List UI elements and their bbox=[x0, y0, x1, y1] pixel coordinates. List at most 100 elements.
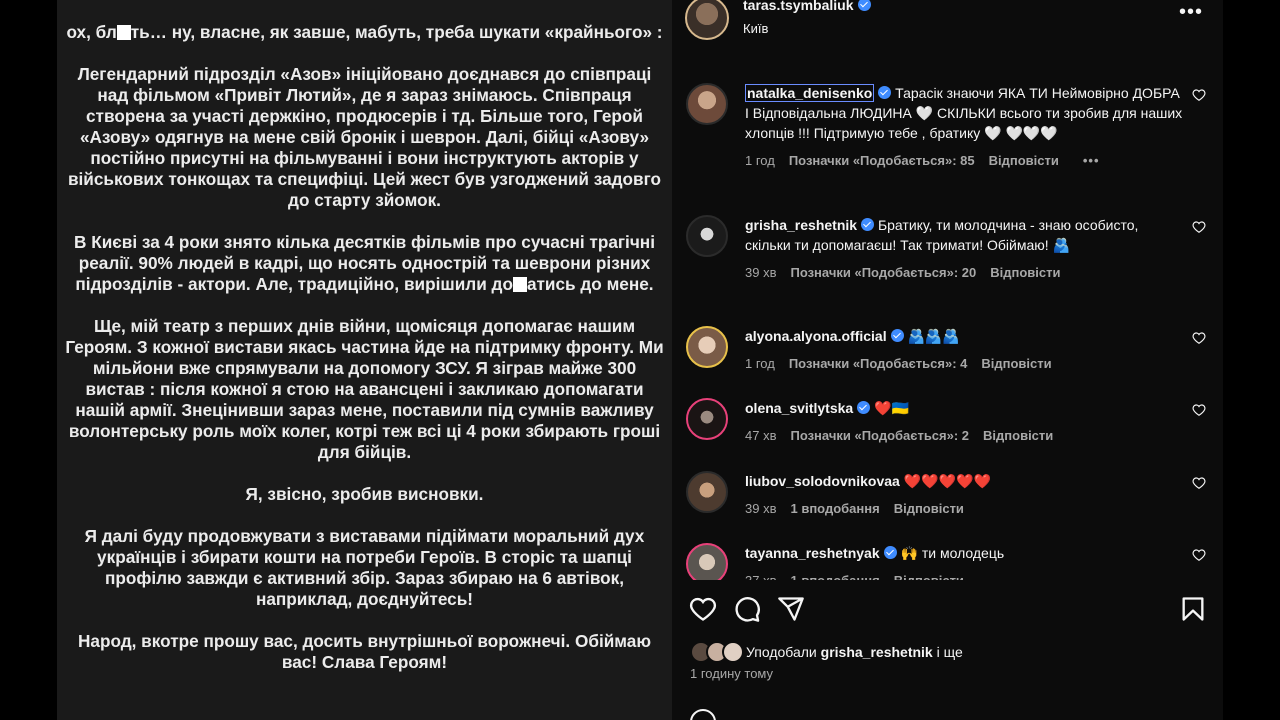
heart-icon[interactable] bbox=[1192, 548, 1206, 562]
post-text: ох, бл ть… ну, власне, як завше, мабуть, … bbox=[57, 22, 672, 694]
comment-text: ❤️🇺🇦 bbox=[874, 400, 909, 416]
post-text-fragment: ть… ну, власне, як завше, мабуть, треба … bbox=[130, 22, 663, 42]
post-image: ох, бл ть… ну, власне, як завше, мабуть, … bbox=[57, 0, 672, 720]
comment-body: natalka_denisenko Тарасік знаючи ЯКА ТИ … bbox=[745, 83, 1183, 171]
emoji-icon[interactable] bbox=[690, 709, 716, 720]
comment-time[interactable]: 47 хв bbox=[745, 426, 776, 446]
comment-text: ❤️❤️❤️❤️❤️ bbox=[903, 473, 991, 489]
post-paragraph-5: Я, звісно, зробив висновки. bbox=[245, 484, 484, 504]
post-paragraph-4: Ще, мій театр з перших днів війни, щоміс… bbox=[65, 316, 664, 462]
reply-button[interactable]: Відповісти bbox=[981, 354, 1051, 374]
reply-button[interactable]: Відповісти bbox=[983, 426, 1053, 446]
comment-likes[interactable]: 1 вподобання bbox=[790, 571, 879, 580]
verified-icon bbox=[883, 546, 897, 559]
comment-likes[interactable]: Позначки «Подобається»: 20 bbox=[790, 263, 976, 283]
avatar[interactable] bbox=[686, 398, 728, 440]
verified-icon bbox=[861, 218, 875, 231]
comment-username[interactable]: tayanna_reshetnyak bbox=[745, 545, 880, 561]
verified-icon bbox=[878, 86, 892, 99]
comment-time[interactable]: 39 хв bbox=[745, 499, 776, 519]
comment-meta: 47 хв Позначки «Подобається»: 2 Відповіс… bbox=[745, 426, 1183, 446]
likes-prefix: Уподобали bbox=[746, 644, 817, 660]
post-text-fragment: ох, бл bbox=[66, 22, 117, 42]
reply-button[interactable]: Відповісти bbox=[990, 263, 1060, 283]
heart-icon[interactable] bbox=[1192, 331, 1206, 345]
verified-icon bbox=[857, 0, 871, 11]
post-header: taras.tsymbaliuk Київ ••• bbox=[672, 0, 1223, 52]
comment-body: liubov_solodovnikovaa ❤️❤️❤️❤️❤️ 39 хв 1… bbox=[745, 471, 1183, 519]
likes-suffix: і ще bbox=[936, 644, 963, 660]
comment-body: olena_svitlytska ❤️🇺🇦 47 хв Позначки «По… bbox=[745, 398, 1183, 446]
comment-meta: 1 год Позначки «Подобається»: 4 Відповіс… bbox=[745, 354, 1183, 374]
comment-content: liubov_solodovnikovaa ❤️❤️❤️❤️❤️ bbox=[745, 471, 1183, 491]
comment-time[interactable]: 1 год bbox=[745, 151, 775, 171]
comment-likes[interactable]: Позначки «Подобається»: 85 bbox=[789, 151, 975, 171]
comment-content: grisha_reshetnik Братику, ти молодчина -… bbox=[745, 215, 1183, 255]
post-paragraph-6: Я далі буду продовжувати з виставами під… bbox=[84, 526, 645, 609]
comment-time[interactable]: 37 хв bbox=[745, 571, 776, 580]
comment-time[interactable]: 1 год bbox=[745, 354, 775, 374]
comment: tayanna_reshetnyak 🙌 ти молодець 37 хв 1… bbox=[672, 543, 1223, 580]
liker-avatars bbox=[690, 641, 746, 663]
heart-icon[interactable] bbox=[1192, 88, 1206, 102]
likes-text: Уподобали grisha_reshetnik і ще bbox=[746, 644, 963, 660]
more-icon[interactable]: ••• bbox=[1179, 2, 1203, 22]
censor-block bbox=[512, 277, 527, 292]
verified-icon bbox=[890, 329, 904, 342]
author-username-text[interactable]: taras.tsymbaliuk bbox=[743, 0, 854, 13]
comment-username[interactable]: grisha_reshetnik bbox=[745, 217, 857, 233]
comment-username[interactable]: olena_svitlytska bbox=[745, 400, 853, 416]
post-text-fragment: атись до мене. bbox=[526, 274, 654, 294]
reply-button[interactable]: Відповісти bbox=[989, 151, 1059, 171]
post-paragraph-3: В Києві за 4 роки знято кілька десятків … bbox=[57, 232, 672, 295]
comment-content: tayanna_reshetnyak 🙌 ти молодець bbox=[745, 543, 1183, 563]
comment-content: alyona.alyona.official 🫂🫂🫂 bbox=[745, 326, 1183, 346]
avatar[interactable] bbox=[686, 83, 728, 125]
verified-icon bbox=[857, 401, 871, 414]
comment-meta: 1 год Позначки «Подобається»: 85 Відпові… bbox=[745, 151, 1183, 171]
post-paragraph-7: Народ, вкотре прошу вас, досить внутрішн… bbox=[77, 631, 652, 672]
avatar[interactable] bbox=[685, 0, 729, 40]
comment-body: tayanna_reshetnyak 🙌 ти молодець 37 хв 1… bbox=[745, 543, 1183, 580]
heart-icon[interactable] bbox=[689, 595, 717, 623]
comment-likes[interactable]: Позначки «Подобається»: 2 bbox=[790, 426, 969, 446]
comments-panel: taras.tsymbaliuk Київ ••• natalka_denise… bbox=[672, 0, 1223, 720]
comment-content: natalka_denisenko Тарасік знаючи ЯКА ТИ … bbox=[745, 83, 1183, 143]
likes-username[interactable]: grisha_reshetnik bbox=[821, 644, 933, 660]
comment-body: grisha_reshetnik Братику, ти молодчина -… bbox=[745, 215, 1183, 283]
author-username[interactable]: taras.tsymbaliuk bbox=[743, 0, 871, 13]
heart-icon[interactable] bbox=[1192, 476, 1206, 490]
post-time[interactable]: 1 годину тому bbox=[690, 666, 773, 681]
post-paragraph-1: ох, бл ть… ну, власне, як завше, мабуть, … bbox=[57, 22, 672, 43]
reply-button[interactable]: Відповісти bbox=[894, 571, 964, 580]
comment-username[interactable]: liubov_solodovnikovaa bbox=[745, 473, 900, 489]
comment-meta: 37 хв 1 вподобання Відповісти bbox=[745, 571, 1183, 580]
comment-likes[interactable]: 1 вподобання bbox=[790, 499, 879, 519]
comment-username[interactable]: alyona.alyona.official bbox=[745, 328, 887, 344]
reply-button[interactable]: Відповісти bbox=[894, 499, 964, 519]
heart-icon[interactable] bbox=[1192, 403, 1206, 417]
comment-text: 🫂🫂🫂 bbox=[907, 328, 960, 344]
avatar[interactable] bbox=[686, 543, 728, 580]
location[interactable]: Київ bbox=[743, 21, 768, 36]
comment-likes[interactable]: Позначки «Подобається»: 4 bbox=[789, 354, 968, 374]
post-paragraph-2: Легендарний підрозділ «Азов» ініційовано… bbox=[67, 64, 662, 210]
action-bar bbox=[672, 595, 1223, 625]
comment-body: alyona.alyona.official 🫂🫂🫂 1 год Позначк… bbox=[745, 326, 1183, 374]
heart-icon[interactable] bbox=[1192, 220, 1206, 234]
avatar[interactable] bbox=[686, 215, 728, 257]
censor-block bbox=[116, 25, 131, 40]
comment-time[interactable]: 39 хв bbox=[745, 263, 776, 283]
comment-icon[interactable] bbox=[733, 595, 761, 623]
share-icon[interactable] bbox=[777, 595, 805, 623]
avatar bbox=[722, 641, 744, 663]
more-icon[interactable]: ••• bbox=[1083, 151, 1100, 171]
avatar[interactable] bbox=[686, 471, 728, 513]
avatar[interactable] bbox=[686, 326, 728, 368]
likes-summary[interactable]: Уподобали grisha_reshetnik і ще bbox=[690, 640, 963, 664]
comment-meta: 39 хв 1 вподобання Відповісти bbox=[745, 499, 1183, 519]
bookmark-icon[interactable] bbox=[1179, 595, 1207, 623]
comment-meta: 39 хв Позначки «Подобається»: 20 Відпові… bbox=[745, 263, 1183, 283]
comment-username[interactable]: natalka_denisenko bbox=[745, 84, 875, 102]
comment-content: olena_svitlytska ❤️🇺🇦 bbox=[745, 398, 1183, 418]
